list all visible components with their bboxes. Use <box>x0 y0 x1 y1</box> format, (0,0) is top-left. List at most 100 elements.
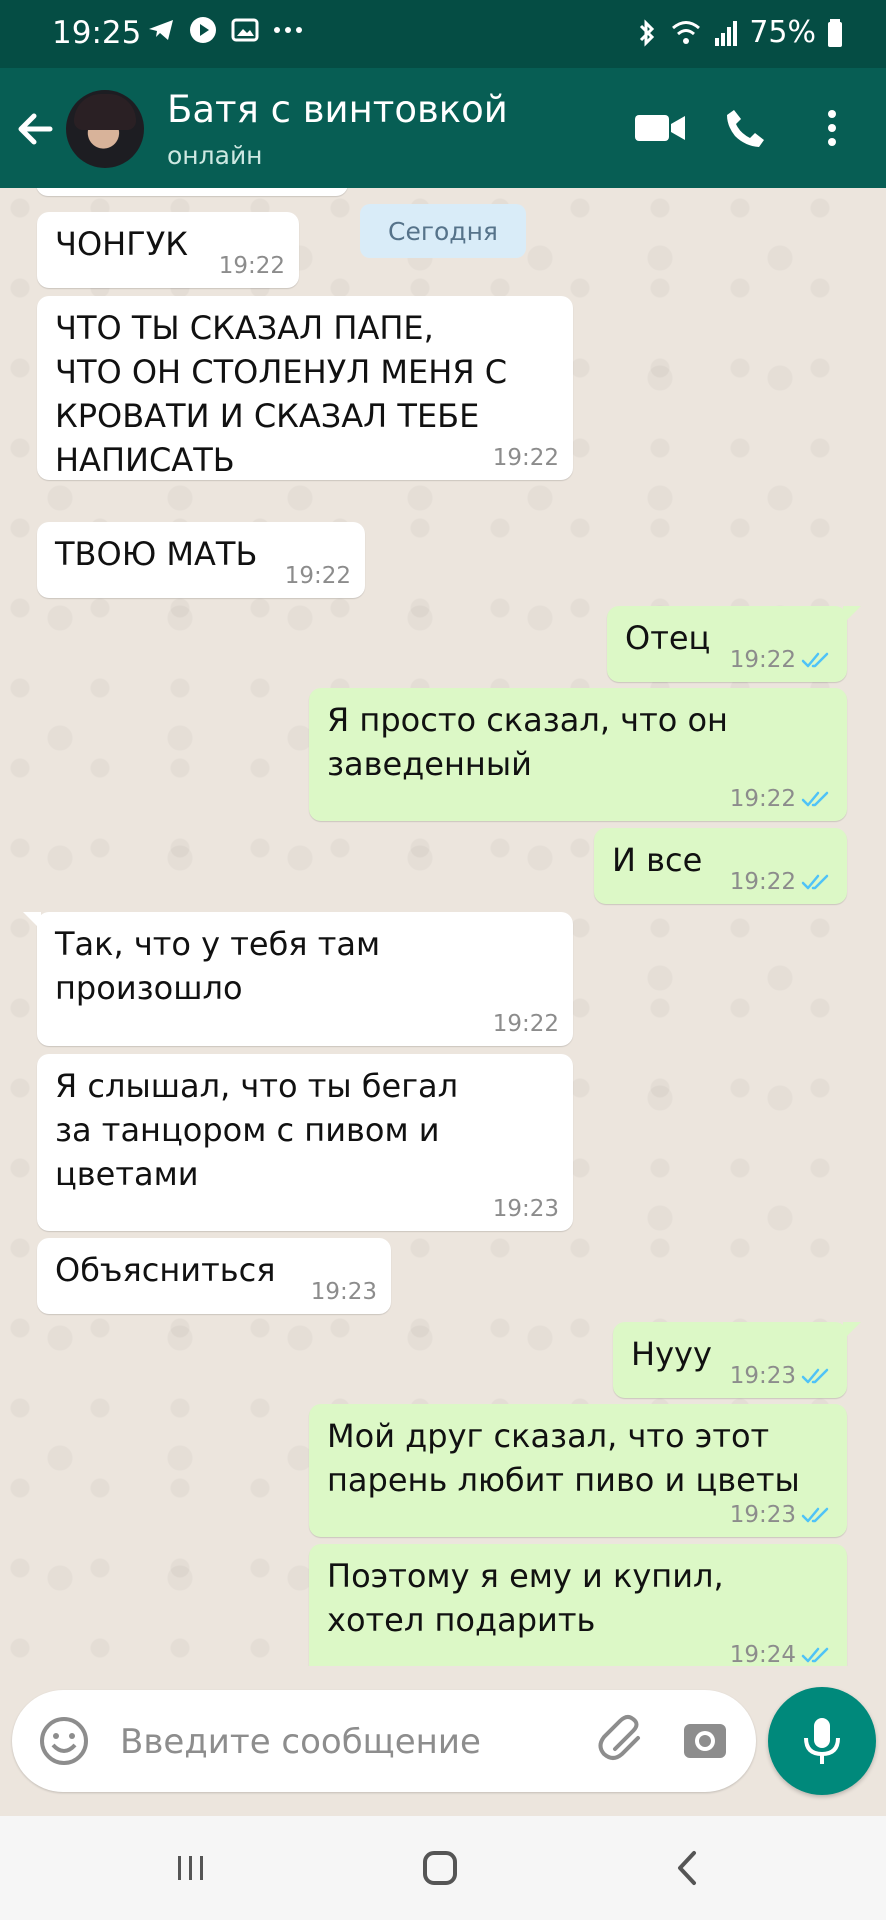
status-system-icons: 75% <box>635 15 844 50</box>
message-incoming[interactable]: Я слышал, что ты бегал за танцором с пив… <box>37 1054 573 1231</box>
chat-header: Батя с винтовкой онлайн <box>0 68 886 188</box>
message-incoming[interactable]: ЧТО ТЫ СКАЗАЛ ПАПЕ, ЧТО ОН СТОЛЕНУЛ МЕНЯ… <box>37 296 573 480</box>
message-time: 19:23 <box>310 1279 377 1305</box>
message-outgoing[interactable]: Нууу 19:23 <box>613 1322 861 1398</box>
battery-icon <box>828 18 842 47</box>
camera-icon <box>684 1724 726 1758</box>
message-meta: 19:22 <box>285 562 351 590</box>
message-meta: 19:23 <box>311 1278 377 1306</box>
message-outgoing[interactable]: Я просто сказал, что он заведенный 19:22 <box>309 688 847 821</box>
message-meta: 19:22 <box>493 1010 559 1038</box>
message-text: Я слышал, что ты бегал за танцором с пив… <box>55 1067 459 1193</box>
message-outgoing[interactable]: Мой друг сказал, что этот парень любит п… <box>309 1404 847 1537</box>
message-incoming[interactable]: Так, что у тебя там произошло 19:22 <box>23 912 573 1046</box>
avatar[interactable] <box>66 90 144 168</box>
bluetooth-icon <box>640 18 655 47</box>
previous-message-fragment <box>36 188 348 196</box>
message-meta: 19:22 <box>730 785 833 813</box>
message-time: 19:22 <box>492 1011 559 1037</box>
status-time: 19:25 <box>52 15 142 51</box>
bubble-tail <box>843 606 861 624</box>
image-icon <box>231 18 259 42</box>
message-time: 19:22 <box>284 563 351 589</box>
contact-status: онлайн <box>167 141 263 170</box>
message-meta: 19:22 <box>493 444 559 472</box>
double-check-icon <box>801 652 829 668</box>
message-text: И все <box>612 841 703 879</box>
double-check-icon <box>801 874 829 890</box>
status-notification-icons <box>146 15 304 45</box>
video-call-button[interactable] <box>628 96 692 160</box>
paperclip-icon <box>598 1714 640 1760</box>
message-input[interactable] <box>118 1712 572 1772</box>
phone-call-button[interactable] <box>714 96 778 160</box>
message-time: 19:22 <box>729 869 796 895</box>
message-text: ЧОНГУК <box>55 225 188 263</box>
message-outgoing[interactable]: Отец 19:22 <box>607 606 861 682</box>
back-button[interactable] <box>10 104 60 154</box>
message-text: Мой друг сказал, что этот парень любит п… <box>327 1417 800 1499</box>
message-time: 19:22 <box>729 647 796 673</box>
message-composer <box>12 1690 756 1792</box>
message-meta: 19:22 <box>730 868 833 896</box>
header-actions <box>628 96 886 160</box>
video-call-icon <box>635 115 685 141</box>
message-text: Отец <box>625 619 711 657</box>
message-text: ЧТО ТЫ СКАЗАЛ ПАПЕ, ЧТО ОН СТОЛЕНУЛ МЕНЯ… <box>55 309 508 479</box>
double-check-icon <box>801 1507 829 1523</box>
message-time: 19:23 <box>492 1196 559 1222</box>
message-time: 19:22 <box>492 445 559 471</box>
message-time: 19:23 <box>729 1363 796 1389</box>
double-check-icon <box>801 791 829 807</box>
message-incoming[interactable]: ТВОЮ МАТЬ 19:22 <box>37 522 365 598</box>
message-time: 19:23 <box>729 1502 796 1528</box>
message-list[interactable]: Сегодня ЧОНГУК 19:22 ЧТО ТЫ СКАЗАЛ ПАПЕ,… <box>0 188 886 1666</box>
more-icon <box>274 27 302 33</box>
more-vert-icon <box>828 110 836 146</box>
message-meta: 19:22 <box>219 252 285 280</box>
bubble-tail <box>843 1322 861 1340</box>
double-check-icon <box>801 1647 829 1663</box>
avatar-photo <box>74 94 136 130</box>
message-meta: 19:24 <box>730 1641 833 1666</box>
system-navigation-bar <box>0 1816 886 1920</box>
message-text: Объясниться <box>55 1251 276 1289</box>
contact-name[interactable]: Батя с винтовкой <box>167 88 508 131</box>
double-check-icon <box>801 1368 829 1384</box>
telegram-icon <box>149 20 173 40</box>
voice-message-button[interactable] <box>768 1687 876 1795</box>
recent-apps-icon <box>178 1856 203 1880</box>
status-bar: 19:25 75% <box>0 0 886 68</box>
battery-percent: 75% <box>749 15 816 50</box>
arrow-left-icon <box>18 113 53 145</box>
message-outgoing[interactable]: И все 19:22 <box>594 828 847 904</box>
message-outgoing[interactable]: Поэтому я ему и купил, хотел подарить 19… <box>309 1544 847 1666</box>
message-text: ТВОЮ МАТЬ <box>55 535 258 573</box>
date-divider: Сегодня <box>360 204 526 258</box>
camera-button[interactable] <box>676 1712 734 1770</box>
back-navigation-button[interactable] <box>660 1840 716 1896</box>
message-text: Так, что у тебя там произошло <box>55 925 381 1007</box>
message-incoming[interactable]: ЧОНГУК 19:22 <box>37 212 299 288</box>
message-time: 19:22 <box>218 253 285 279</box>
message-time: 19:24 <box>729 1642 796 1666</box>
message-text: Я просто сказал, что он заведенный <box>327 701 728 783</box>
attach-button[interactable] <box>594 1712 652 1770</box>
message-meta: 19:23 <box>493 1195 559 1223</box>
microphone-icon <box>804 1718 840 1764</box>
more-options-button[interactable] <box>800 96 864 160</box>
phone-call-icon <box>727 110 764 147</box>
bubble-tail <box>23 912 41 930</box>
recent-apps-button[interactable] <box>163 1840 219 1896</box>
message-meta: 19:23 <box>730 1362 833 1390</box>
message-incoming[interactable]: Объясниться 19:23 <box>37 1238 391 1314</box>
back-icon <box>678 1851 696 1885</box>
home-icon <box>423 1851 457 1885</box>
emoji-button[interactable] <box>38 1715 90 1767</box>
home-button[interactable] <box>412 1840 468 1896</box>
message-meta: 19:23 <box>730 1501 833 1529</box>
emoji-icon <box>40 1717 88 1765</box>
signal-icon <box>715 20 738 46</box>
wifi-icon <box>672 20 701 44</box>
message-text: Поэтому я ему и купил, хотел подарить <box>327 1557 724 1639</box>
